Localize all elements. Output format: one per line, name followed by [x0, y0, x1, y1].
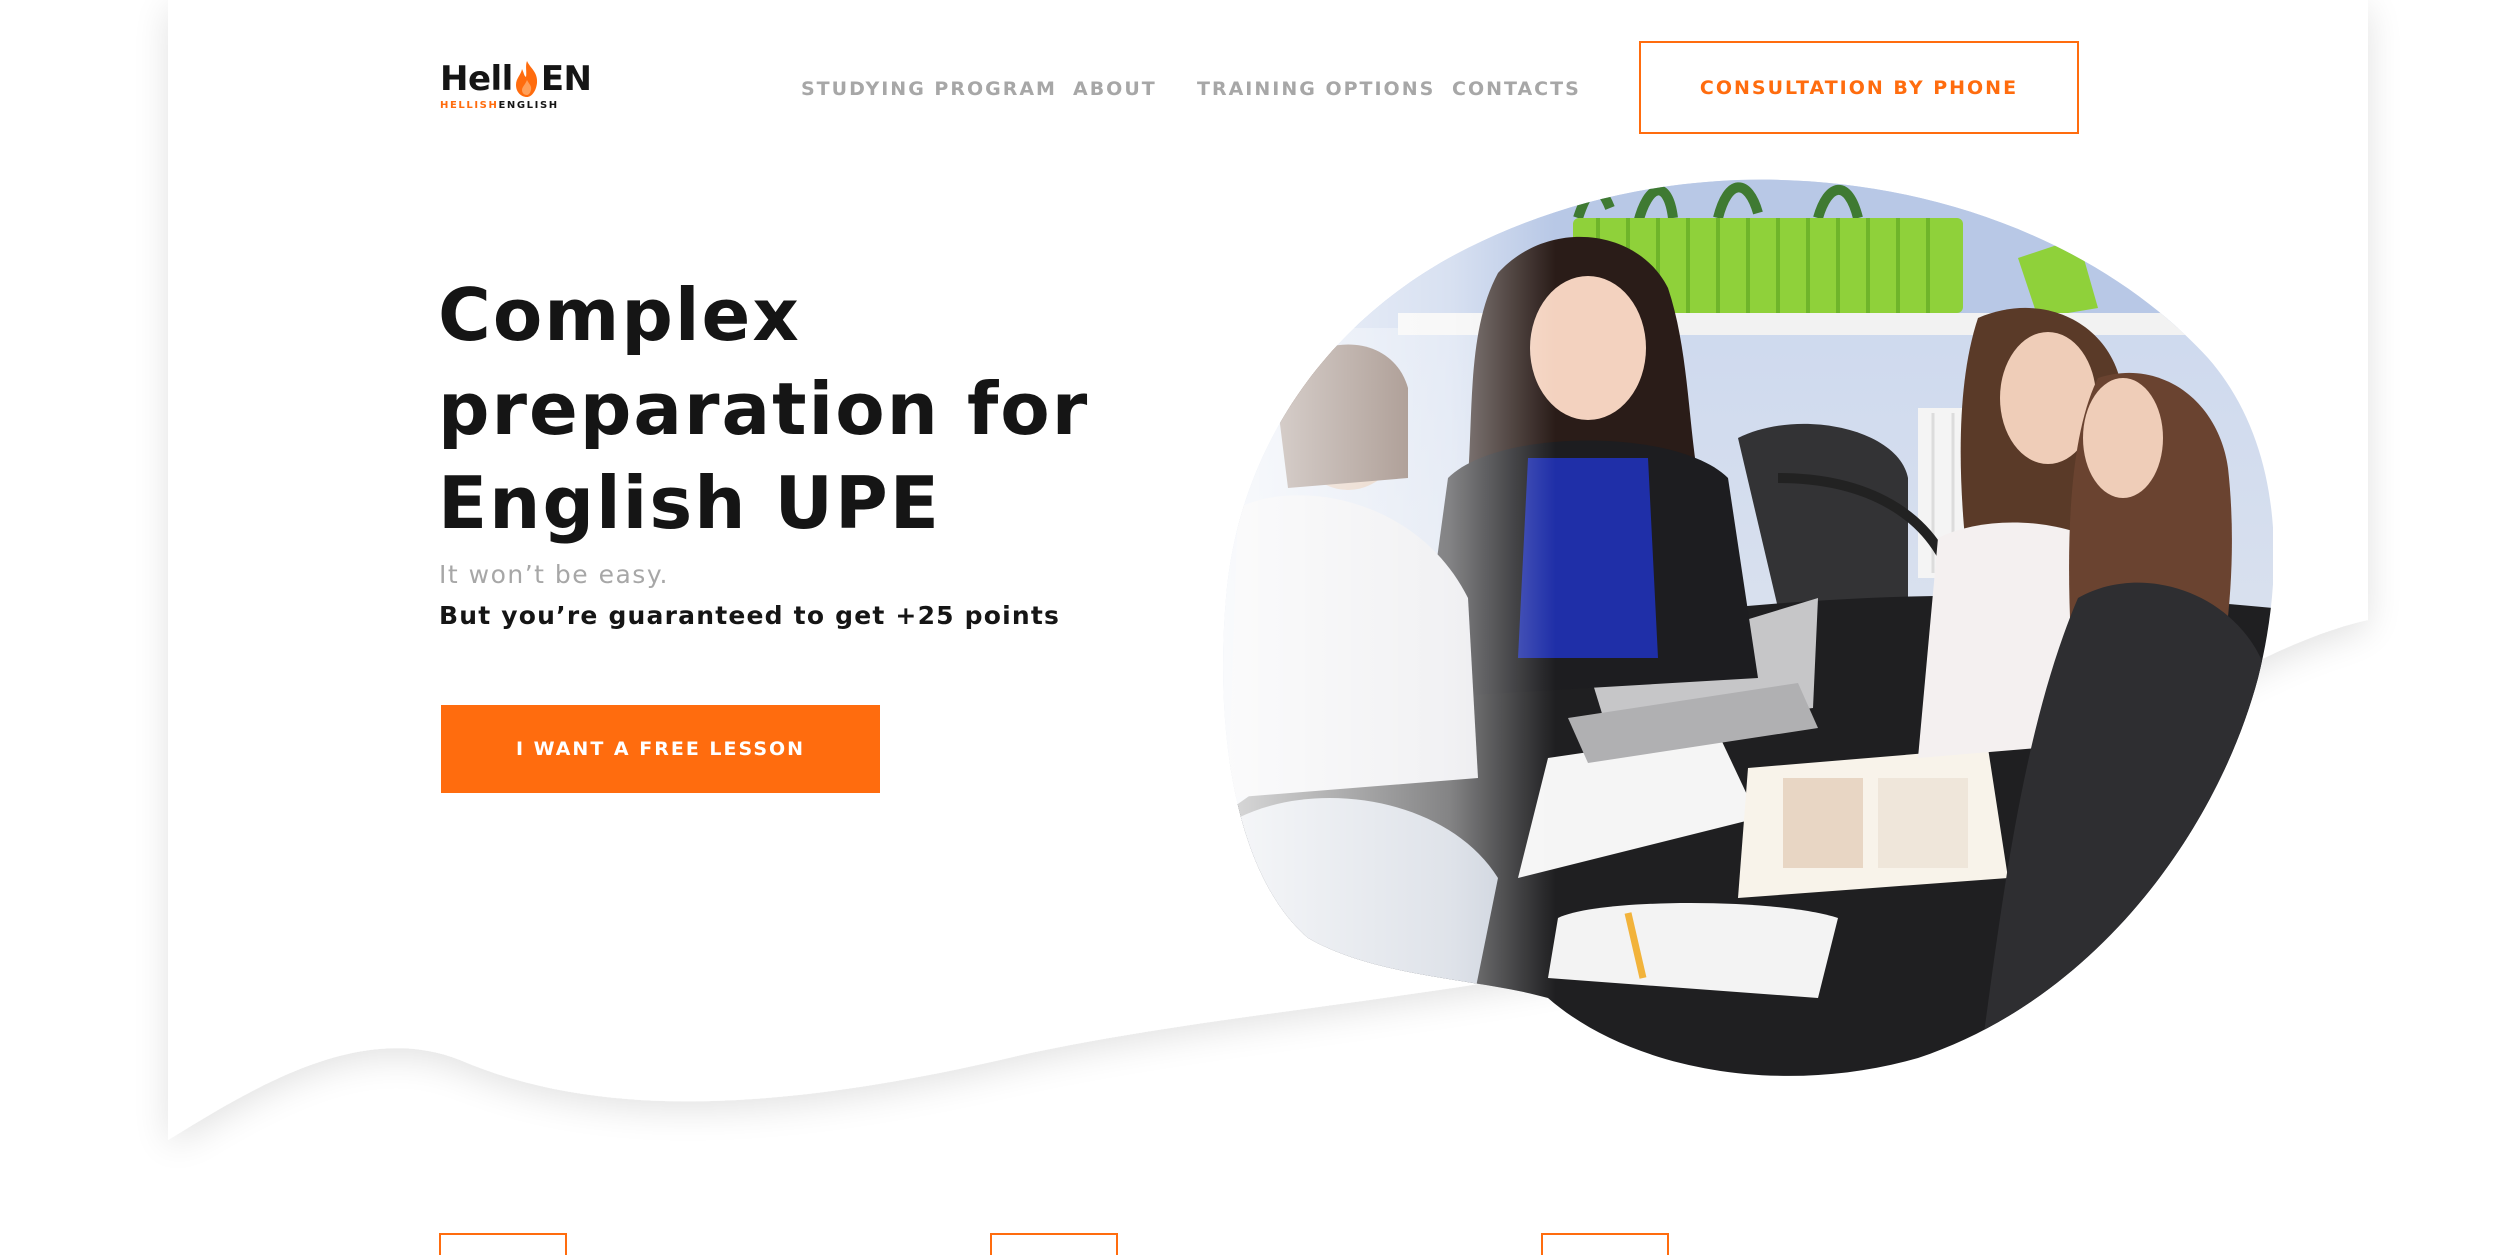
landing-page: Hell EN HELLISHENGLISH STUDYING PROGRAM … [0, 0, 2514, 1255]
flame-icon [515, 61, 537, 97]
nav-item-contacts[interactable]: CONTACTS [1452, 78, 1581, 100]
nav-item-studying-program[interactable]: STUDYING PROGRAM [801, 78, 1057, 100]
feature-card-1 [439, 1233, 567, 1255]
logo[interactable]: Hell EN HELLISHENGLISH [440, 60, 600, 116]
logo-tagline: HELLISHENGLISH [440, 100, 600, 111]
hero-title: Complex preparation for English UPE [438, 268, 1158, 550]
feature-card-3 [1541, 1233, 1669, 1255]
hero-subtitle-bold: But you’re guaranteed to get +25 points [439, 601, 1061, 630]
hero-title-line-2: preparation for [438, 367, 1090, 451]
nav-item-about[interactable]: ABOUT [1073, 78, 1157, 100]
logo-prefix: Hell [440, 59, 513, 99]
hero-title-line-3: English UPE [438, 461, 941, 545]
nav-item-training-options[interactable]: TRAINING OPTIONS [1197, 78, 1435, 100]
feature-card-2 [990, 1233, 1118, 1255]
consultation-button[interactable]: CONSULTATION BY PHONE [1639, 41, 2079, 134]
hero-title-line-1: Complex [438, 273, 801, 357]
free-lesson-button[interactable]: I WANT A FREE LESSON [441, 705, 880, 793]
logo-wordmark: Hell EN [440, 60, 600, 98]
classroom-photo [1223, 179, 2273, 1076]
hero-subtitle-muted: It won’t be easy. [439, 560, 670, 589]
logo-tagline-dark: ENGLISH [498, 100, 559, 111]
logo-suffix: EN [540, 59, 592, 99]
logo-tagline-highlight: HELLISH [440, 100, 499, 111]
